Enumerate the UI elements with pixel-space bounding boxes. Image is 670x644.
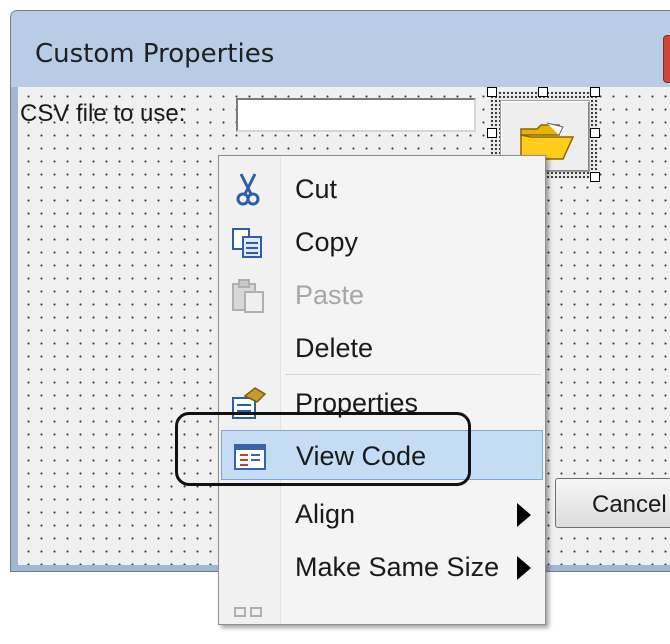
resize-handle[interactable] — [590, 87, 600, 97]
view-code-icon — [232, 439, 268, 480]
csv-file-input[interactable] — [236, 98, 476, 132]
cancel-button[interactable]: Cancel — [555, 478, 670, 528]
menu-item-label: View Code — [296, 441, 427, 471]
copy-icon — [231, 225, 267, 266]
properties-icon — [231, 386, 267, 427]
paste-icon — [231, 278, 267, 319]
close-button[interactable] — [663, 35, 670, 83]
menu-item-label: Properties — [295, 388, 419, 418]
window-title: Custom Properties — [35, 39, 275, 69]
menu-item-label: Paste — [295, 280, 365, 310]
menu-separator — [285, 374, 541, 375]
menu-item-label: Delete — [295, 333, 374, 363]
resize-handle[interactable] — [487, 87, 497, 97]
resize-handle[interactable] — [538, 87, 548, 97]
menu-item-label: Cut — [295, 174, 338, 204]
menu-item-delete[interactable]: Delete — [221, 323, 543, 373]
scissors-icon — [231, 172, 267, 213]
menu-item-align[interactable]: Align — [221, 489, 543, 539]
menu-item-label: Copy — [295, 227, 359, 257]
menu-item-partial — [221, 594, 543, 644]
context-menu: Cut Copy Paste Delete Properties View Co… — [218, 155, 546, 625]
menu-item-view-code[interactable]: View Code — [221, 430, 543, 480]
menu-item-properties[interactable]: Properties — [221, 378, 543, 428]
menu-item-paste: Paste — [221, 270, 543, 320]
resize-handle[interactable] — [590, 172, 600, 182]
resize-handle[interactable] — [487, 128, 497, 138]
menu-item-label: Make Same Size — [295, 552, 500, 582]
menu-item-label: Align — [295, 499, 356, 529]
title-bar[interactable]: Custom Properties — [11, 11, 670, 87]
resize-handle[interactable] — [590, 128, 600, 138]
menu-item-make-same-size[interactable]: Make Same Size — [221, 542, 543, 592]
submenu-arrow-icon — [517, 503, 531, 527]
menu-item-cut[interactable]: Cut — [221, 164, 543, 214]
submenu-arrow-icon — [517, 556, 531, 580]
csv-file-label: CSV file to use: — [20, 100, 186, 127]
grid-icon — [231, 602, 267, 643]
menu-item-copy[interactable]: Copy — [221, 217, 543, 267]
